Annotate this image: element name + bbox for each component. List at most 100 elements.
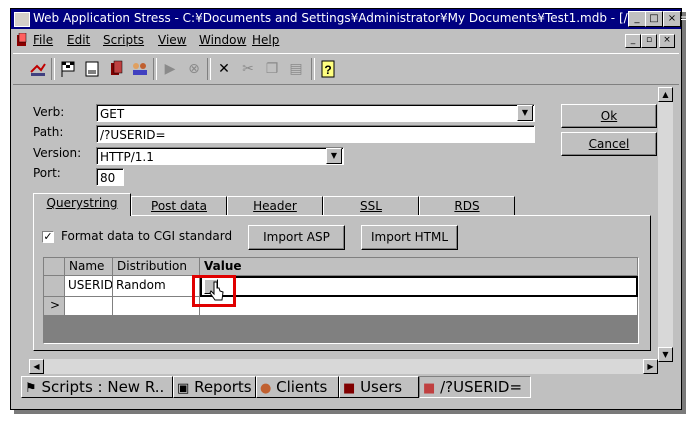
mouse-cursor-icon xyxy=(209,281,225,306)
app-icon xyxy=(14,12,30,27)
tab-header[interactable]: Header xyxy=(227,196,323,216)
tab-ssl[interactable]: SSL xyxy=(323,196,419,216)
run-icon[interactable]: ▶ xyxy=(159,58,181,80)
mdi-close-button[interactable]: × xyxy=(659,34,675,48)
scroll-down-button[interactable]: ▼ xyxy=(658,347,673,362)
port-input[interactable]: 80 xyxy=(96,168,124,186)
cancel-label: Cancel xyxy=(588,137,630,151)
scroll-right-button[interactable]: ▶ xyxy=(643,359,658,374)
toolbar: ▶ ⊗ ✕ ✂ ❐ ▤ ? xyxy=(13,53,679,85)
app-window: Web Application Stress - C:¥Documents an… xyxy=(10,8,694,410)
report-icon: ▣ xyxy=(177,381,190,396)
querystring-grid: Name Distribution Value USERID Random > xyxy=(43,257,639,344)
column-header-distribution[interactable]: Distribution xyxy=(113,258,200,276)
column-header-name[interactable]: Name xyxy=(65,258,113,276)
menu-help[interactable]: Help xyxy=(252,33,279,47)
doctab-reports-label: Reports xyxy=(194,378,252,396)
request-panel: Verb: GET ▼ Path: /?USERID= Version: HTT… xyxy=(13,87,657,367)
svg-text:?: ? xyxy=(324,63,331,77)
ok-label: Ok xyxy=(600,109,618,123)
chevron-down-icon[interactable]: ▼ xyxy=(517,105,533,121)
menu-scripts[interactable]: Scripts xyxy=(103,33,144,47)
new-row-cell-distribution[interactable] xyxy=(113,297,200,316)
tab-rds[interactable]: RDS xyxy=(419,196,515,216)
tab-header-label: Header xyxy=(253,199,297,213)
menu-window[interactable]: Window xyxy=(199,33,246,47)
toolbar-separator xyxy=(153,58,157,80)
row-header[interactable] xyxy=(44,276,65,297)
tab-post-data[interactable]: Post data xyxy=(131,196,227,216)
new-script-icon[interactable] xyxy=(27,58,49,80)
doctab-users-label: Users xyxy=(360,378,403,396)
copy-icon[interactable]: ❐ xyxy=(261,58,283,80)
menu-bar: File Edit Scripts View Window Help _ ▫ × xyxy=(11,30,681,50)
close-button[interactable]: × xyxy=(663,11,681,27)
report-icon[interactable] xyxy=(81,58,103,80)
querystring-tab-page: ✓ Format data to CGI standard Import ASP… xyxy=(33,215,651,351)
verb-dropdown[interactable]: GET ▼ xyxy=(96,104,535,122)
scroll-left-button[interactable]: ◀ xyxy=(29,359,44,374)
mdi-minimize-button[interactable]: _ xyxy=(625,34,641,48)
horizontal-scrollbar[interactable]: ◀ ▶ xyxy=(29,359,658,374)
stop-icon[interactable]: ⊗ xyxy=(183,58,205,80)
version-value: HTTP/1.1 xyxy=(100,150,154,164)
verb-label: Verb: xyxy=(33,105,65,119)
doctab-clients[interactable]: ● Clients xyxy=(256,376,339,398)
paste-icon[interactable]: ▤ xyxy=(285,58,307,80)
tab-rds-label: RDS xyxy=(454,199,480,213)
maximize-button[interactable]: □ xyxy=(645,11,663,27)
doctab-scripts[interactable]: ⚑ Scripts : New R.. xyxy=(21,376,173,398)
tab-ssl-label: SSL xyxy=(360,199,382,213)
grid-corner xyxy=(44,258,65,276)
users-icon: ■ xyxy=(343,381,356,396)
help-icon[interactable]: ? xyxy=(317,58,339,80)
users-icon[interactable] xyxy=(105,58,127,80)
title-bar[interactable]: Web Application Stress - C:¥Documents an… xyxy=(11,9,694,29)
cgi-format-label: Format data to CGI standard xyxy=(61,229,233,243)
minimize-button[interactable]: _ xyxy=(628,11,646,27)
clients-icon: ● xyxy=(260,381,272,396)
doctab-userid[interactable]: ■ /?USERID= xyxy=(419,376,531,398)
tab-querystring[interactable]: Querystring xyxy=(33,193,131,216)
doctab-scripts-label: Scripts : New R.. xyxy=(41,378,165,396)
cell-value[interactable] xyxy=(200,276,638,297)
doctab-users[interactable]: ■ Users xyxy=(339,376,419,398)
cancel-button[interactable]: Cancel xyxy=(561,132,657,156)
import-asp-button[interactable]: Import ASP xyxy=(248,225,345,250)
flag-icon: ⚑ xyxy=(25,381,37,396)
toolbar-separator xyxy=(311,58,315,80)
chevron-down-icon[interactable]: ▼ xyxy=(326,148,342,164)
column-header-value[interactable]: Value xyxy=(200,258,638,276)
menu-edit[interactable]: Edit xyxy=(67,33,90,47)
document-icon[interactable] xyxy=(15,32,29,47)
doctab-reports[interactable]: ▣ Reports xyxy=(173,376,256,398)
port-label: Port: xyxy=(33,166,61,180)
scroll-up-button[interactable]: ▲ xyxy=(658,87,673,102)
menu-view[interactable]: View xyxy=(158,33,186,47)
document-tabs: ⚑ Scripts : New R.. ▣ Reports ● Clients … xyxy=(21,376,541,400)
version-dropdown[interactable]: HTTP/1.1 ▼ xyxy=(96,147,344,165)
menu-file[interactable]: File xyxy=(33,33,53,47)
cgi-format-checkbox[interactable]: ✓ xyxy=(42,231,54,243)
import-html-button[interactable]: Import HTML xyxy=(361,225,458,250)
mdi-restore-button[interactable]: ▫ xyxy=(641,34,657,48)
vertical-scrollbar[interactable]: ▲ ▼ xyxy=(658,87,673,362)
flag-icon[interactable] xyxy=(57,58,79,80)
doctab-userid-label: /?USERID= xyxy=(440,378,523,396)
window-title: Web Application Stress - C:¥Documents an… xyxy=(33,11,694,25)
new-row-marker: > xyxy=(44,297,65,316)
version-label: Version: xyxy=(33,146,82,160)
cell-distribution[interactable]: Random xyxy=(113,276,200,297)
cell-name[interactable]: USERID xyxy=(65,276,113,297)
toolbar-separator xyxy=(51,58,55,80)
doctab-clients-label: Clients xyxy=(276,378,328,396)
document-icon: ■ xyxy=(423,381,436,396)
clients-icon[interactable] xyxy=(129,58,151,80)
path-input[interactable]: /?USERID= xyxy=(96,125,535,143)
new-row-cell-name[interactable] xyxy=(65,297,113,316)
ok-button[interactable]: Ok xyxy=(561,104,657,128)
cut-icon[interactable]: ✂ xyxy=(237,58,259,80)
new-row-cell-value[interactable] xyxy=(200,297,638,316)
tab-querystring-label: Querystring xyxy=(46,196,118,210)
delete-icon[interactable]: ✕ xyxy=(213,58,235,80)
